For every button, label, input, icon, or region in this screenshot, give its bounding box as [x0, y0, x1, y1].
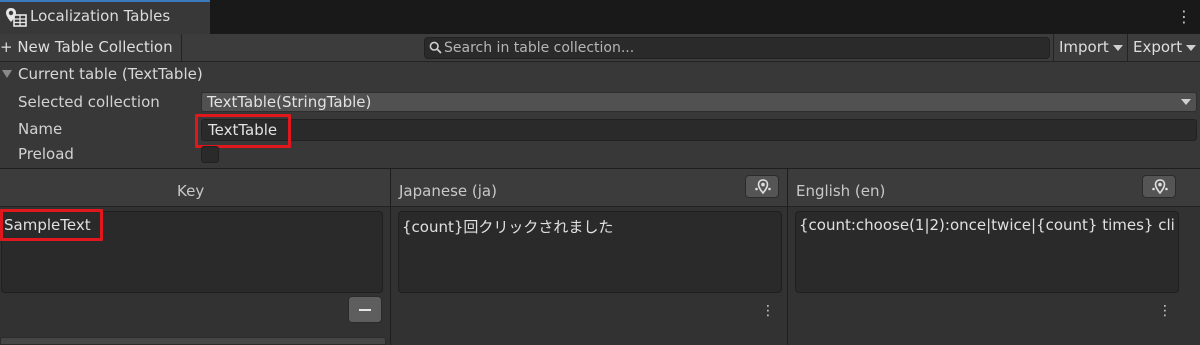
chevron-down-icon [1186, 44, 1197, 51]
localization-table-icon [6, 8, 27, 27]
export-button[interactable]: Export [1129, 34, 1200, 62]
highlight-box [0, 209, 103, 241]
chevron-down-icon [1112, 44, 1123, 51]
column-title-key: Key [177, 182, 205, 200]
search-icon [429, 41, 442, 54]
column-divider[interactable] [390, 169, 391, 345]
selected-collection-label: Selected collection [18, 93, 160, 111]
locale-settings-icon [755, 179, 771, 195]
kebab-menu-icon[interactable]: ⋮ [761, 302, 775, 320]
english-cell-text: {count:choose(1|2):once|twice|{count} ti… [799, 216, 1175, 234]
new-table-collection-button[interactable]: + New Table Collection [0, 34, 177, 62]
export-label: Export [1133, 38, 1183, 56]
locale-settings-icon [1152, 179, 1168, 195]
search-placeholder: Search in table collection... [444, 40, 635, 56]
import-label: Import [1059, 38, 1109, 56]
column-title-english: English (en) [796, 182, 886, 200]
foldout-arrow-icon[interactable] [2, 70, 12, 78]
toolbar-divider [181, 34, 182, 62]
tab-title: Localization Tables [30, 7, 171, 25]
import-button[interactable]: Import [1055, 34, 1127, 62]
japanese-cell-text: {count}回クリックされました [402, 218, 614, 236]
kebab-menu-icon[interactable]: ⋮ [1158, 302, 1172, 320]
selected-collection-value: TextTable(StringTable) [207, 93, 372, 111]
highlight-box [195, 114, 291, 148]
preload-label: Preload [18, 145, 74, 163]
name-label: Name [18, 120, 63, 138]
current-table-title[interactable]: Current table (TextTable) [18, 65, 203, 83]
column-divider[interactable] [787, 169, 788, 345]
locale-settings-button[interactable] [1142, 175, 1176, 198]
preload-checkbox[interactable] [201, 146, 219, 163]
name-field[interactable] [201, 119, 1197, 141]
column-title-japanese: Japanese (ja) [399, 182, 497, 200]
window-menu-icon[interactable]: ⋮ [1176, 8, 1192, 26]
toolbar-divider [1053, 34, 1054, 62]
add-entry-field[interactable] [0, 337, 386, 345]
chevron-down-icon [1181, 99, 1191, 105]
toolbar-divider [1127, 34, 1128, 62]
minus-icon [359, 309, 371, 311]
locale-settings-button[interactable] [745, 175, 779, 198]
